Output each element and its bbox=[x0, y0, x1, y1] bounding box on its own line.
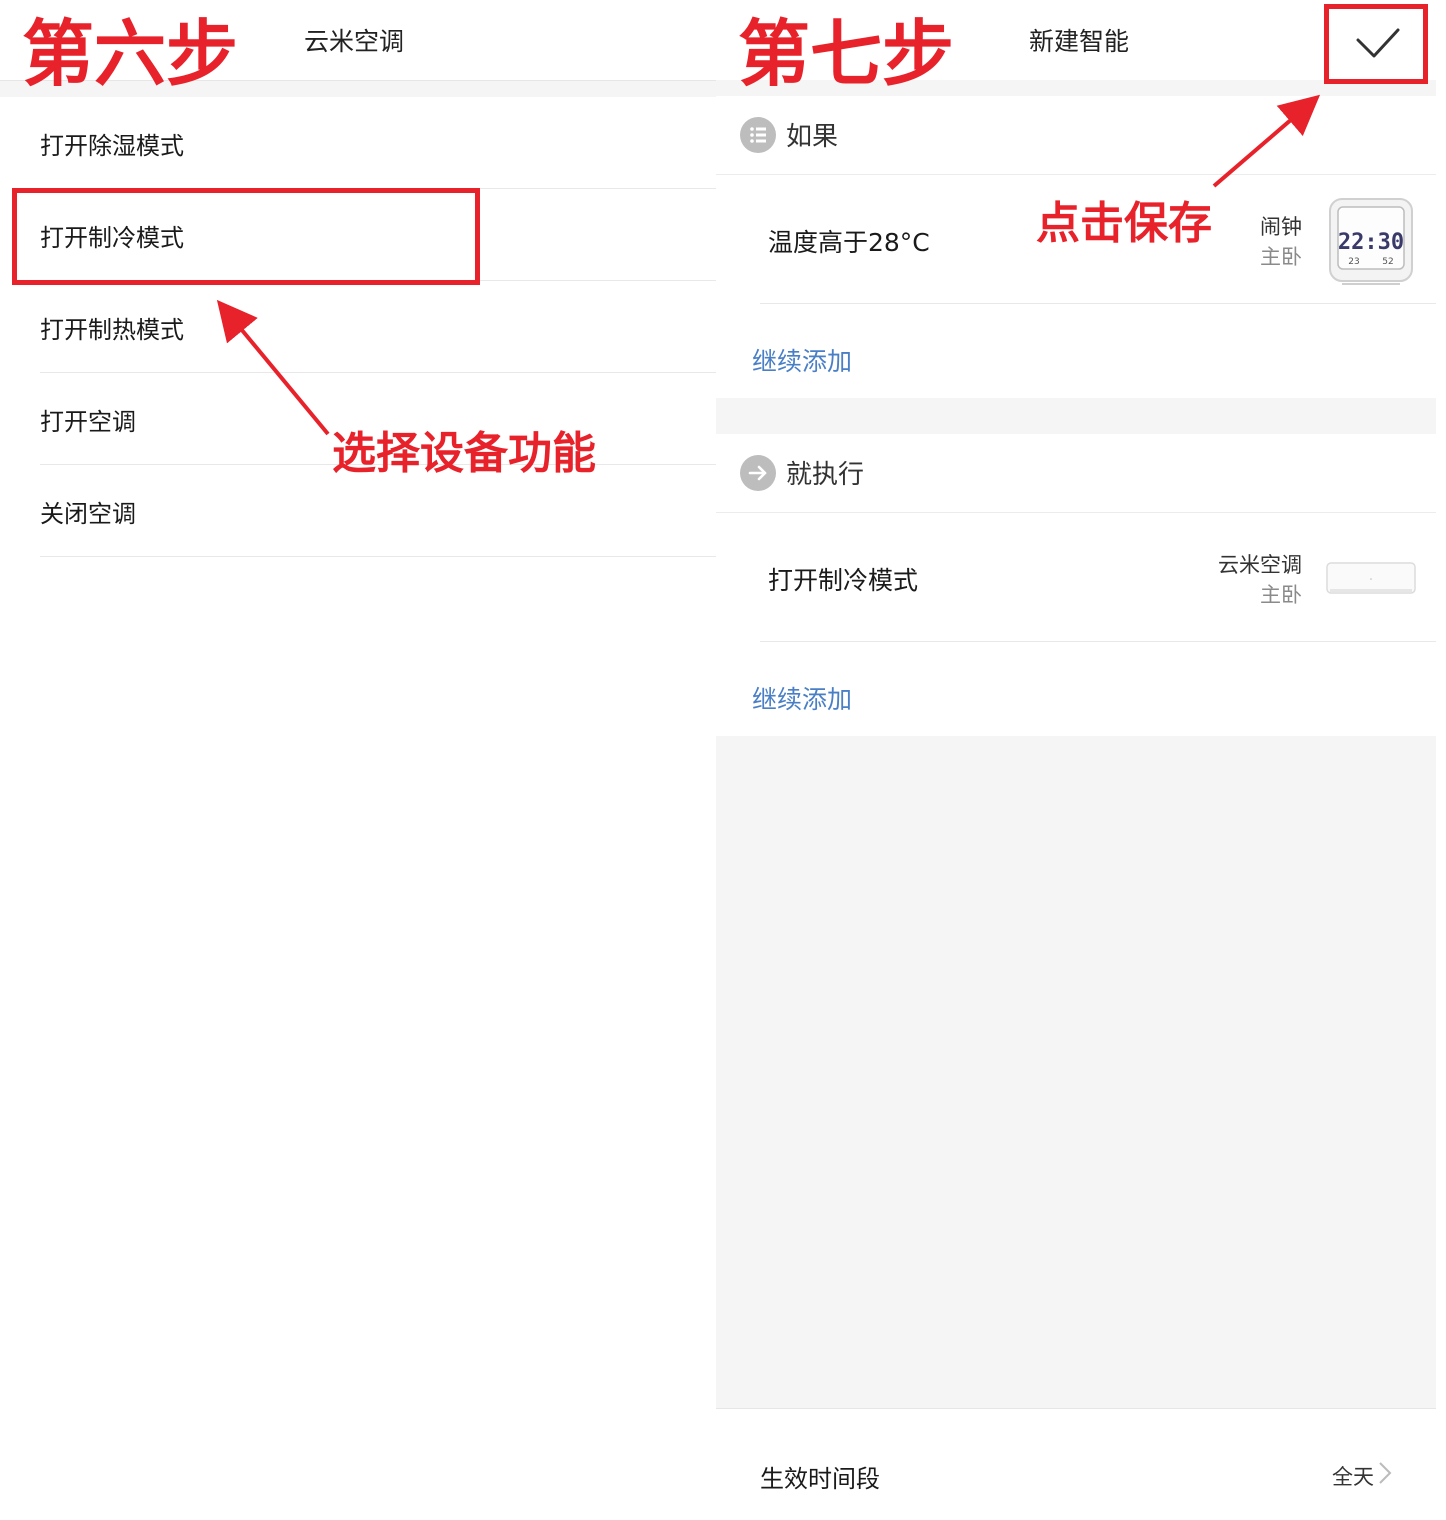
list-item-dehumidify[interactable]: 打开除湿模式 bbox=[40, 96, 716, 189]
step7-label: 第七步 bbox=[738, 12, 955, 96]
device-name: 闹钟 bbox=[1260, 215, 1302, 239]
list-item-label: 打开除湿模式 bbox=[40, 132, 184, 160]
svg-text:22:30: 22:30 bbox=[1338, 230, 1404, 255]
list-item-label: 打开制热模式 bbox=[40, 316, 184, 344]
action-text: 打开制冷模式 bbox=[768, 566, 919, 595]
step6-label: 第六步 bbox=[22, 12, 239, 96]
condition-text: 温度高于28°C bbox=[768, 228, 930, 257]
add-action-link[interactable]: 继续添加 bbox=[752, 680, 852, 716]
page-title: 新建智能 bbox=[1029, 27, 1130, 56]
device-room: 主卧 bbox=[1260, 245, 1302, 269]
air-conditioner-image bbox=[1326, 562, 1416, 594]
annotation-click-save: 点击保存 bbox=[1036, 198, 1212, 249]
device-room: 主卧 bbox=[1260, 583, 1302, 607]
highlight-box-cooling bbox=[12, 188, 480, 285]
then-section-label: 就执行 bbox=[786, 460, 865, 490]
list-item-heating[interactable]: 打开制热模式 bbox=[40, 280, 716, 373]
list-icon bbox=[740, 117, 776, 153]
highlight-box-save bbox=[1324, 4, 1428, 84]
list-item-label: 关闭空调 bbox=[40, 500, 136, 528]
annotation-select-function: 选择设备功能 bbox=[332, 428, 596, 479]
effective-time-row[interactable]: 生效时间段 全天 bbox=[716, 1408, 1436, 1520]
device-name: 云米空调 bbox=[1218, 553, 1302, 577]
if-section-header: 如果 bbox=[716, 96, 1436, 175]
page-title: 云米空调 bbox=[304, 27, 405, 56]
then-section: 就执行 打开制冷模式 云米空调 主卧 继续添加 bbox=[716, 434, 1436, 736]
effective-time-label: 生效时间段 bbox=[760, 1465, 880, 1493]
svg-text:52: 52 bbox=[1382, 257, 1393, 267]
arrow-right-icon bbox=[740, 455, 776, 491]
if-section-label: 如果 bbox=[786, 122, 839, 152]
action-row[interactable]: 打开制冷模式 云米空调 主卧 bbox=[760, 513, 1436, 642]
svg-text:23: 23 bbox=[1348, 257, 1359, 267]
chevron-right-icon bbox=[1379, 1462, 1392, 1484]
effective-time-value: 全天 bbox=[1332, 1465, 1374, 1489]
then-section-header: 就执行 bbox=[716, 434, 1436, 513]
add-condition-link[interactable]: 继续添加 bbox=[752, 342, 852, 378]
clock-device-image: 22:30 23 52 bbox=[1329, 198, 1413, 285]
list-item-label: 打开空调 bbox=[40, 408, 136, 436]
